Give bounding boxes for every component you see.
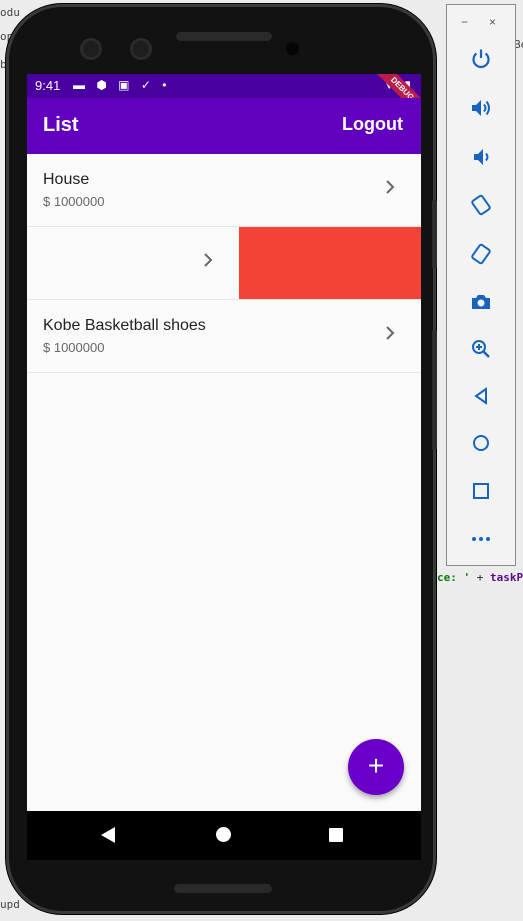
system-nav-bar bbox=[27, 811, 421, 860]
side-button bbox=[432, 200, 437, 268]
ide-code-line: ce: ' + taskP bbox=[437, 571, 523, 584]
nav-back-icon[interactable] bbox=[101, 827, 115, 843]
overview-icon[interactable] bbox=[469, 479, 493, 503]
add-icon: + bbox=[367, 750, 385, 781]
add-button[interactable]: + bbox=[348, 739, 404, 795]
volume-up-icon[interactable] bbox=[469, 96, 493, 120]
side-button bbox=[432, 330, 437, 450]
rotate-left-icon[interactable] bbox=[469, 193, 493, 217]
more-icon[interactable] bbox=[469, 527, 493, 551]
status-bar: 9:41 ▬ ⬢ ▣ ✓ • ▼◢▮ DEBUG bbox=[27, 74, 421, 126]
bottom-speaker bbox=[174, 884, 272, 893]
app-bar: List Logout bbox=[27, 98, 421, 154]
logout-button[interactable]: Logout bbox=[342, 114, 403, 135]
notification-icons: ▬ ⬢ ▣ ✓ • bbox=[73, 78, 171, 92]
status-time: 9:41 bbox=[35, 78, 61, 93]
chevron-right-icon bbox=[383, 324, 397, 342]
list-item-content[interactable] bbox=[27, 227, 239, 299]
camera-icon[interactable] bbox=[469, 290, 493, 314]
emulator-toolbar: − × bbox=[446, 4, 516, 566]
volume-down-icon[interactable] bbox=[469, 145, 493, 169]
chevron-right-icon bbox=[201, 251, 215, 269]
minimize-button[interactable]: − bbox=[461, 15, 468, 29]
rotate-right-icon[interactable] bbox=[469, 242, 493, 266]
phone-screen: 9:41 ▬ ⬢ ▣ ✓ • ▼◢▮ DEBUG List Logout Hou… bbox=[27, 74, 421, 860]
front-sensor bbox=[130, 38, 152, 60]
proximity-sensor bbox=[286, 42, 299, 55]
item-price: $ 1000000 bbox=[43, 194, 105, 209]
nav-overview-icon[interactable] bbox=[329, 828, 343, 842]
list-item[interactable]: Kobe Basketball shoes $ 1000000 bbox=[27, 300, 421, 373]
zoom-icon[interactable] bbox=[469, 337, 493, 361]
chevron-right-icon bbox=[383, 178, 397, 196]
item-price: $ 1000000 bbox=[43, 340, 105, 355]
front-camera bbox=[80, 38, 102, 60]
ide-fragment: odu bbox=[0, 6, 20, 19]
ide-fragment: upd bbox=[0, 898, 20, 911]
item-title: House bbox=[43, 171, 90, 188]
item-title: Kobe Basketball shoes bbox=[43, 317, 206, 334]
page-title: List bbox=[43, 114, 79, 136]
list-item-swiped[interactable] bbox=[27, 227, 421, 300]
home-icon[interactable] bbox=[469, 431, 493, 455]
earpiece bbox=[176, 32, 272, 41]
power-icon[interactable] bbox=[469, 47, 493, 71]
close-button[interactable]: × bbox=[489, 15, 496, 29]
nav-home-icon[interactable] bbox=[216, 827, 231, 842]
list-item[interactable]: House $ 1000000 bbox=[27, 154, 421, 227]
swipe-delete-background[interactable] bbox=[239, 227, 421, 299]
back-icon[interactable] bbox=[469, 384, 493, 408]
item-list: House $ 1000000 Kobe Basketball shoes $ … bbox=[27, 154, 421, 373]
